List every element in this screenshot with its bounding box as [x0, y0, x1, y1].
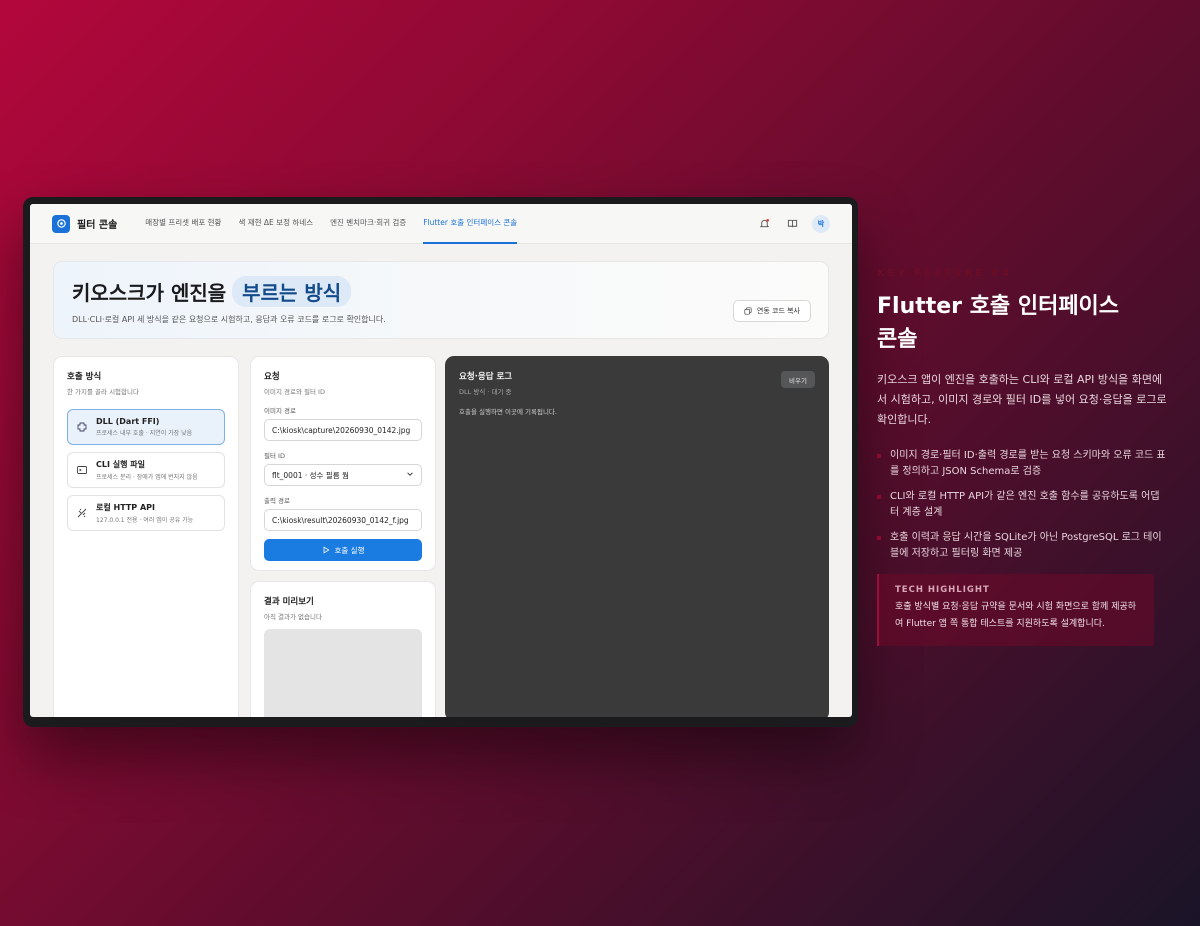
- feature-summary: 키오스크 앱이 엔진을 호출하는 CLI와 로컬 API 방식을 화면에서 시험…: [877, 373, 1167, 426]
- run-call-label: 호출 실행: [334, 545, 365, 555]
- tab-engine-benchmark[interactable]: 엔진 벤치마크·회귀 검증: [330, 204, 406, 244]
- bell-icon[interactable]: [756, 216, 772, 232]
- log-placeholder: 호출을 실행하면 이곳에 기록됩니다.: [459, 408, 557, 416]
- feature-title-line2: 콘솔: [877, 327, 918, 352]
- network-icon: [76, 504, 88, 523]
- feature-bullets: 이미지 경로·필터 ID·출력 경로를 받는 요청 스키마와 오류 코드 표를 …: [877, 448, 1167, 562]
- page-title-highlight: 부르는 방식: [232, 276, 352, 307]
- filter-id-label: 필터 ID: [264, 452, 285, 460]
- clear-log-button[interactable]: 비우기: [781, 371, 815, 388]
- image-path-input[interactable]: C:\kiosk\capture\20260930_0142.jpg: [264, 419, 422, 441]
- filter-id-select[interactable]: flt_0001 · 성수 필름 웜: [264, 464, 422, 486]
- output-path-value: C:\kiosk\result\20260930_0142_f.jpg: [272, 515, 409, 525]
- preview-title: 결과 미리보기: [264, 597, 314, 607]
- method-name: CLI 실행 파일: [96, 460, 145, 469]
- plugin-icon: [76, 418, 88, 437]
- tech-highlight-label: TECH HIGHLIGHT: [895, 585, 990, 595]
- app-screen: 필터 콘솔 매장별 프리셋 배포 현황 색 재현 ΔE 보정 하네스 엔진 벤치…: [30, 204, 852, 717]
- hero-card: 키오스크가 엔진을 부르는 방식 DLL·CLI·로컬 API 세 방식을 같은…: [53, 261, 829, 339]
- tech-highlight-text: 호출 방식별 요청·응답 규약을 문서와 시험 화면으로 함께 제공하여 Flu…: [895, 602, 1137, 629]
- output-path-label: 출력 경로: [264, 497, 290, 505]
- methods-title: 호출 방식: [67, 372, 102, 382]
- page-title-part1: 키오스크가 엔진을: [72, 281, 227, 305]
- avatar[interactable]: 박: [812, 214, 830, 233]
- log-title: 요청·응답 로그: [459, 372, 513, 382]
- bullet-dot: [877, 536, 881, 540]
- method-desc: 127.0.0.1 전용 · 여러 앱이 공유 가능: [96, 517, 194, 524]
- preview-panel: 결과 미리보기 아직 결과가 없습니다: [250, 581, 436, 717]
- bullet-dot: [877, 454, 881, 458]
- nav-actions: 박: [756, 214, 830, 233]
- methods-panel: 호출 방식 한 가지를 골라 시험합니다 DLL (Dart FFI) 프로세스…: [53, 356, 239, 717]
- preview-placeholder: [264, 629, 422, 717]
- copy-code-label: 연동 코드 복사: [756, 307, 800, 315]
- bullet-item: CLI와 로컬 HTTP API가 같은 엔진 호출 함수를 공유하도록 어댑터…: [877, 489, 1167, 521]
- tab-preset-deploy[interactable]: 매장별 프리셋 배포 현황: [145, 204, 221, 244]
- method-name: 로컬 HTTP API: [96, 503, 155, 512]
- bullet-text: CLI와 로컬 HTTP API가 같은 엔진 호출 함수를 공유하도록 어댑터…: [890, 491, 1160, 518]
- method-option-cli[interactable]: CLI 실행 파일 프로세스 분리 · 장애가 앱에 번지지 않음: [67, 452, 225, 488]
- tech-highlight-box: TECH HIGHLIGHT 호출 방식별 요청·응답 규약을 문서와 시험 화…: [877, 574, 1154, 646]
- page-title: 키오스크가 엔진을 부르는 방식: [72, 276, 810, 307]
- play-icon: [323, 546, 330, 554]
- method-name: DLL (Dart FFI): [96, 417, 160, 426]
- feature-title: Flutter 호출 인터페이스 콘솔: [877, 290, 1167, 356]
- copy-icon: [744, 307, 752, 315]
- image-path-value: C:\kiosk\capture\20260930_0142.jpg: [272, 425, 411, 435]
- image-path-label: 이미지 경로: [264, 407, 296, 415]
- device-frame: 필터 콘솔 매장별 프리셋 배포 현황 색 재현 ΔE 보정 하네스 엔진 벤치…: [23, 197, 858, 727]
- brand[interactable]: 필터 콘솔: [52, 214, 118, 233]
- bullet-dot: [877, 495, 881, 499]
- method-option-http[interactable]: 로컬 HTTP API 127.0.0.1 전용 · 여러 앱이 공유 가능: [67, 495, 225, 531]
- chevron-down-icon: [406, 470, 414, 480]
- tab-color-harness[interactable]: 색 재현 ΔE 보정 하네스: [238, 204, 313, 244]
- preview-subtitle: 아직 결과가 없습니다: [264, 613, 322, 621]
- book-icon[interactable]: [784, 216, 800, 232]
- bullet-text: 호출 이력과 응답 시간을 SQLite가 아닌 PostgreSQL 로그 테…: [890, 532, 1162, 559]
- tab-flutter-console[interactable]: Flutter 호출 인터페이스 콘솔: [423, 204, 518, 244]
- feature-description: KEY FEATURE 04 Flutter 호출 인터페이스 콘솔 키오스크 …: [877, 268, 1167, 646]
- method-option-dll[interactable]: DLL (Dart FFI) 프로세스 내부 호출 · 지연이 가장 낮음: [67, 409, 225, 445]
- feature-title-line1: Flutter 호출 인터페이스: [877, 294, 1120, 319]
- output-path-input[interactable]: C:\kiosk\result\20260930_0142_f.jpg: [264, 509, 422, 531]
- request-title: 요청: [264, 372, 280, 382]
- log-subtitle: DLL 방식 · 대기 중: [459, 388, 512, 396]
- filter-id-value: flt_0001 · 성수 필름 웜: [272, 470, 349, 480]
- brand-title: 필터 콘솔: [77, 220, 118, 231]
- nav-tabs: 매장별 프리셋 배포 현황 색 재현 ΔE 보정 하네스 엔진 벤치마크·회귀 …: [145, 204, 518, 244]
- top-nav: 필터 콘솔 매장별 프리셋 배포 현황 색 재현 ΔE 보정 하네스 엔진 벤치…: [30, 204, 852, 244]
- run-call-button[interactable]: 호출 실행: [264, 539, 422, 561]
- request-panel: 요청 이미지 경로와 필터 ID 이미지 경로 C:\kiosk\capture…: [250, 356, 436, 571]
- bullet-item: 호출 이력과 응답 시간을 SQLite가 아닌 PostgreSQL 로그 테…: [877, 530, 1167, 562]
- brand-logo-icon: [52, 214, 70, 233]
- feature-eyebrow: KEY FEATURE 04: [877, 268, 1012, 279]
- methods-subtitle: 한 가지를 골라 시험합니다: [67, 388, 139, 396]
- request-subtitle: 이미지 경로와 필터 ID: [264, 388, 325, 396]
- log-panel: 요청·응답 로그 DLL 방식 · 대기 중 호출을 실행하면 이곳에 기록됩니…: [445, 356, 829, 717]
- bullet-item: 이미지 경로·필터 ID·출력 경로를 받는 요청 스키마와 오류 코드 표를 …: [877, 448, 1167, 480]
- terminal-icon: [76, 461, 88, 480]
- copy-code-button[interactable]: 연동 코드 복사: [732, 300, 811, 322]
- method-desc: 프로세스 분리 · 장애가 앱에 번지지 않음: [96, 474, 198, 481]
- method-desc: 프로세스 내부 호출 · 지연이 가장 낮음: [96, 430, 193, 437]
- bullet-text: 이미지 경로·필터 ID·출력 경로를 받는 요청 스키마와 오류 코드 표를 …: [890, 450, 1166, 477]
- page-description: DLL·CLI·로컬 API 세 방식을 같은 요청으로 시험하고, 응답과 오…: [72, 315, 386, 324]
